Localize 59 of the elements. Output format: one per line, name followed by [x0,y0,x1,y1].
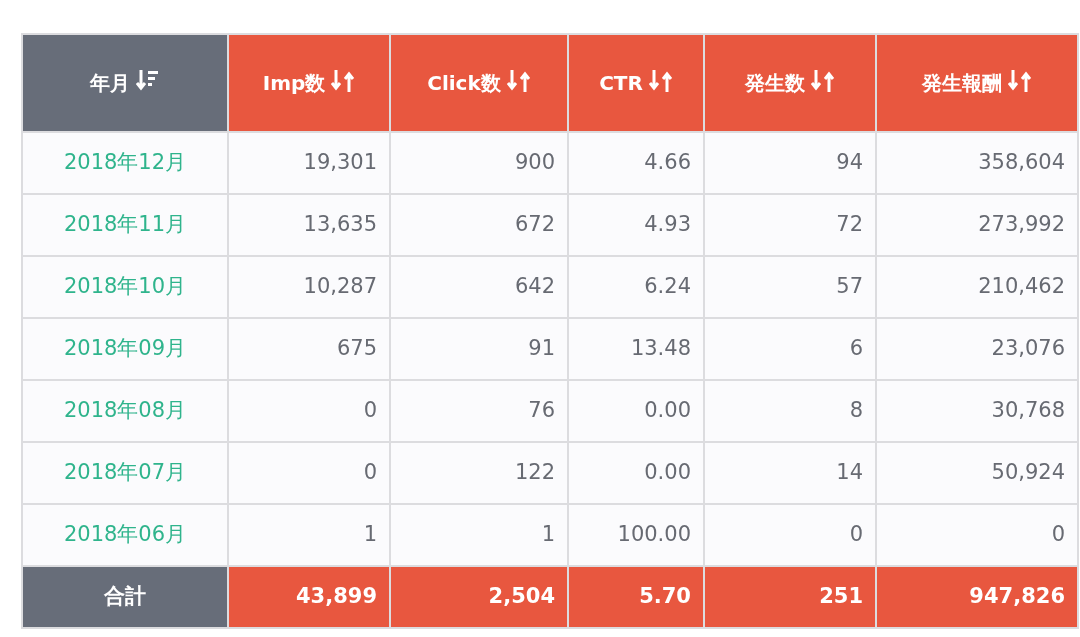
column-header[interactable]: 発生報酬 [876,34,1078,132]
sort-icon [331,68,356,94]
table-cell: 0 [704,504,876,566]
table-cell: 14 [704,442,876,504]
table-cell: 57 [704,256,876,318]
month-link[interactable]: 2018年11月 [22,194,228,256]
table-cell: 10,287 [228,256,390,318]
sort-icon [506,68,531,94]
month-link[interactable]: 2018年08月 [22,380,228,442]
column-header[interactable]: 発生数 [704,34,876,132]
table-cell: 642 [390,256,568,318]
table-cell: 0.00 [568,380,704,442]
table-cell: 100.00 [568,504,704,566]
month-link[interactable]: 2018年12月 [22,132,228,194]
total-cell: 43,899 [228,566,390,628]
table-cell: 72 [704,194,876,256]
month-link[interactable]: 2018年07月 [22,442,228,504]
table-cell: 358,604 [876,132,1078,194]
table-cell: 30,768 [876,380,1078,442]
total-cell: 5.70 [568,566,704,628]
column-header[interactable]: 年月 [22,34,228,132]
sort-icon [648,68,673,94]
table-cell: 900 [390,132,568,194]
table-cell: 4.66 [568,132,704,194]
table-cell: 76 [390,380,568,442]
table-cell: 273,992 [876,194,1078,256]
table-cell: 122 [390,442,568,504]
column-header[interactable]: Imp数 [228,34,390,132]
table-cell: 91 [390,318,568,380]
column-header[interactable]: CTR [568,34,704,132]
sort-icon [1008,68,1032,94]
table-cell: 6.24 [568,256,704,318]
table-cell: 8 [704,380,876,442]
table-cell: 210,462 [876,256,1078,318]
table-cell: 0 [228,442,390,504]
table-cell: 19,301 [228,132,390,194]
table-cell: 1 [390,504,568,566]
total-cell: 2,504 [390,566,568,628]
table-cell: 13.48 [568,318,704,380]
table-cell: 675 [228,318,390,380]
table-cell: 0 [228,380,390,442]
table-cell: 50,924 [876,442,1078,504]
total-cell: 251 [704,566,876,628]
table-cell: 672 [390,194,568,256]
table-cell: 0.00 [568,442,704,504]
total-cell: 947,826 [876,566,1078,628]
month-link[interactable]: 2018年06月 [22,504,228,566]
table-cell: 94 [704,132,876,194]
table-cell: 1 [228,504,390,566]
table-cell: 23,076 [876,318,1078,380]
table-cell: 4.93 [568,194,704,256]
table-cell: 13,635 [228,194,390,256]
month-link[interactable]: 2018年09月 [22,318,228,380]
month-link[interactable]: 2018年10月 [22,256,228,318]
sort-icon [811,68,835,94]
column-header[interactable]: Click数 [390,34,568,132]
table-cell: 0 [876,504,1078,566]
total-label: 合計 [22,566,228,628]
table-cell: 6 [704,318,876,380]
